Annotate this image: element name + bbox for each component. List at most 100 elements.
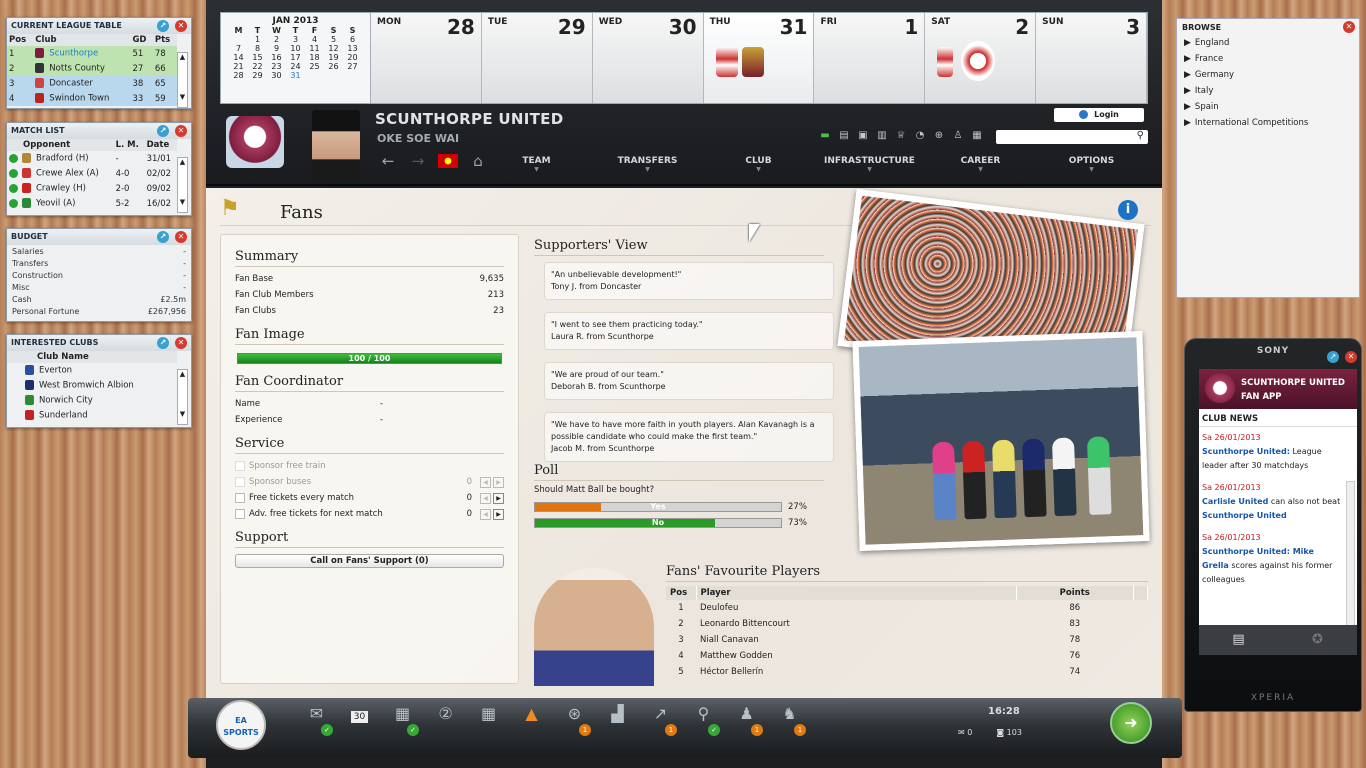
tactics-icon[interactable]: ② bbox=[427, 704, 464, 732]
news-item[interactable]: Sa 26/01/2013 Scunthorpe United: League … bbox=[1199, 427, 1357, 477]
scroll-up-icon[interactable]: ▲ bbox=[178, 53, 187, 61]
mail-icon[interactable]: ✉ ✓ bbox=[298, 704, 335, 736]
today-date[interactable]: 31 bbox=[286, 71, 305, 80]
table-row[interactable]: Crawley (H) 2-0 09/02 bbox=[7, 181, 177, 196]
table-row[interactable]: 4 Swindon Town 33 59 bbox=[7, 91, 177, 106]
menu-career[interactable]: CAREER ▼ bbox=[925, 152, 1036, 178]
menu-team[interactable]: TEAM ▼ bbox=[481, 152, 592, 178]
info-icon[interactable]: i bbox=[1118, 200, 1138, 220]
table-row[interactable]: West Bromwich Albion bbox=[7, 378, 177, 393]
popout-icon[interactable]: ↗ bbox=[1327, 351, 1339, 363]
continue-button[interactable]: ➜ bbox=[1110, 702, 1152, 744]
close-icon[interactable]: ✕ bbox=[175, 337, 187, 349]
table-row[interactable]: Crewe Alex (A) 4-0 02/02 bbox=[7, 166, 177, 181]
refresh-icon[interactable]: ◔ bbox=[913, 130, 927, 144]
club-logo[interactable] bbox=[226, 116, 284, 168]
table-row[interactable]: Norwich City bbox=[7, 393, 177, 408]
browse-item-france[interactable]: ▶ France bbox=[1177, 51, 1359, 67]
col-pos[interactable]: Pos bbox=[666, 586, 697, 600]
trophy-icon[interactable]: ♕ bbox=[894, 130, 908, 144]
flag-icon[interactable] bbox=[438, 154, 458, 168]
news-tab-icon[interactable]: ▤ bbox=[1199, 625, 1278, 655]
money-icon[interactable]: ▬ bbox=[818, 130, 832, 144]
back-arrow-icon[interactable]: ← bbox=[378, 152, 398, 170]
scroll-down-icon[interactable]: ▼ bbox=[178, 198, 187, 206]
popout-icon[interactable]: ↗ bbox=[157, 231, 169, 243]
quantity-stepper[interactable]: ◀ ▶ bbox=[480, 492, 504, 504]
close-icon[interactable]: ✕ bbox=[175, 125, 187, 137]
screen-icon[interactable]: ▣ bbox=[856, 130, 870, 144]
news-scrollbar[interactable] bbox=[1346, 481, 1355, 645]
table-row[interactable]: 4 Matthew Godden 76 bbox=[666, 648, 1148, 664]
col-player[interactable]: Player bbox=[696, 586, 1017, 600]
scroll-down-icon[interactable]: ▼ bbox=[178, 93, 187, 101]
calendar-day-tue[interactable]: TUE 29 bbox=[481, 13, 593, 103]
table-row[interactable]: 2 Notts County 27 66 bbox=[7, 61, 177, 76]
news-item[interactable]: Sa 26/01/2013 Carlisle United can also n… bbox=[1199, 477, 1357, 527]
ea-sports-logo[interactable]: EA SPORTS bbox=[216, 700, 266, 750]
popout-icon[interactable]: ↗ bbox=[157, 20, 169, 32]
menu-club[interactable]: CLUB ▼ bbox=[703, 152, 814, 178]
table-row[interactable]: Sunderland bbox=[7, 408, 177, 423]
adv-free-tickets-checkbox[interactable] bbox=[235, 509, 245, 519]
browse-item-england[interactable]: ▶ England bbox=[1177, 35, 1359, 51]
close-icon[interactable]: ✕ bbox=[1343, 21, 1355, 33]
calendar-day-thu[interactable]: THU 31 bbox=[703, 13, 815, 103]
poll-option-yes[interactable]: Yes 27% bbox=[534, 499, 824, 515]
calendar-day-sat[interactable]: SAT 2 bbox=[925, 13, 1037, 103]
menu-options[interactable]: OPTIONS ▼ bbox=[1036, 152, 1147, 178]
finances-icon[interactable]: ▦ ✓ bbox=[384, 704, 421, 736]
close-icon[interactable]: ✕ bbox=[175, 20, 187, 32]
menu-transfers[interactable]: TRANSFERS ▼ bbox=[592, 152, 703, 178]
league-table-scrollbar[interactable]: ▲ ▼ bbox=[177, 52, 188, 108]
match-list-scrollbar[interactable]: ▲ ▼ bbox=[177, 157, 188, 213]
table-row[interactable]: 5 Héctor Bellerín 74 bbox=[666, 664, 1148, 680]
col-points[interactable]: Points bbox=[1016, 586, 1134, 600]
menu-infrastructure[interactable]: INFRASTRUCTURE ▼ bbox=[814, 152, 925, 178]
browse-item-spain[interactable]: ▶ Spain bbox=[1177, 99, 1359, 115]
table-row[interactable]: 2 Leonardo Bittencourt 83 bbox=[666, 616, 1148, 632]
cone-icon[interactable]: ▲ bbox=[513, 704, 550, 732]
mini-calendar[interactable]: JAN 2013 M T W T F S S 123456 7 8 9 10 11 12 1… bbox=[221, 13, 371, 103]
calendar-icon[interactable]: 30 bbox=[341, 704, 378, 732]
staff-icon[interactable]: ♟ 1 bbox=[728, 704, 765, 736]
table-row[interactable]: Yeovil (A) 5-2 16/02 bbox=[7, 196, 177, 211]
person-icon[interactable]: ♙ bbox=[951, 130, 965, 144]
poll-option-no[interactable]: No 73% bbox=[534, 515, 824, 531]
medal-tab-icon[interactable]: ✪ bbox=[1278, 625, 1357, 655]
forward-arrow-icon[interactable]: → bbox=[408, 152, 428, 170]
transfers-icon[interactable]: ↗ 1 bbox=[642, 704, 679, 736]
call-fans-support-button[interactable]: Call on Fans' Support (0) bbox=[235, 554, 504, 568]
table-row[interactable]: 1 Scunthorpe 51 78 bbox=[7, 46, 177, 61]
youth-icon[interactable]: ♞ 1 bbox=[771, 704, 808, 736]
decrease-icon[interactable]: ◀ bbox=[480, 508, 491, 520]
globe-icon[interactable]: ⊕ bbox=[932, 130, 946, 144]
scouting-icon[interactable]: ⊛ 1 bbox=[556, 704, 593, 736]
search-input[interactable]: ⚲ bbox=[996, 130, 1148, 144]
scroll-down-icon[interactable]: ▼ bbox=[178, 410, 187, 418]
table-row[interactable]: Bradford (H) - 31/01 bbox=[7, 151, 177, 166]
popout-icon[interactable]: ↗ bbox=[157, 125, 169, 137]
calendar-day-wed[interactable]: WED 30 bbox=[592, 13, 704, 103]
login-button[interactable]: Login bbox=[1054, 108, 1144, 122]
decrease-icon[interactable]: ◀ bbox=[480, 492, 491, 504]
table-row[interactable]: Everton bbox=[7, 363, 177, 378]
notes-icon[interactable]: ▤ bbox=[837, 130, 851, 144]
calendar-day-mon[interactable]: MON 28 bbox=[371, 13, 482, 103]
scroll-up-icon[interactable]: ▲ bbox=[178, 370, 187, 378]
table-row[interactable]: 3 Doncaster 38 65 bbox=[7, 76, 177, 91]
manager-avatar[interactable] bbox=[312, 110, 360, 180]
close-icon[interactable]: ✕ bbox=[175, 231, 187, 243]
popout-icon[interactable]: ↗ bbox=[157, 337, 169, 349]
stats-icon[interactable]: ▥ bbox=[875, 130, 889, 144]
quantity-stepper[interactable]: ◀ ▶ bbox=[480, 508, 504, 520]
search-icon[interactable]: ⚲ bbox=[1137, 130, 1144, 141]
table-row[interactable]: 3 Niall Canavan 78 bbox=[666, 632, 1148, 648]
interested-clubs-scrollbar[interactable]: ▲ ▼ bbox=[177, 369, 188, 425]
document-icon[interactable]: ▦ bbox=[970, 130, 984, 144]
close-icon[interactable]: ✕ bbox=[1345, 351, 1357, 363]
training-icon[interactable]: ▦ bbox=[470, 704, 507, 732]
browse-item-italy[interactable]: ▶ Italy bbox=[1177, 83, 1359, 99]
increase-icon[interactable]: ▶ bbox=[493, 492, 504, 504]
table-row[interactable]: 1 Deulofeu 86 bbox=[666, 600, 1148, 616]
